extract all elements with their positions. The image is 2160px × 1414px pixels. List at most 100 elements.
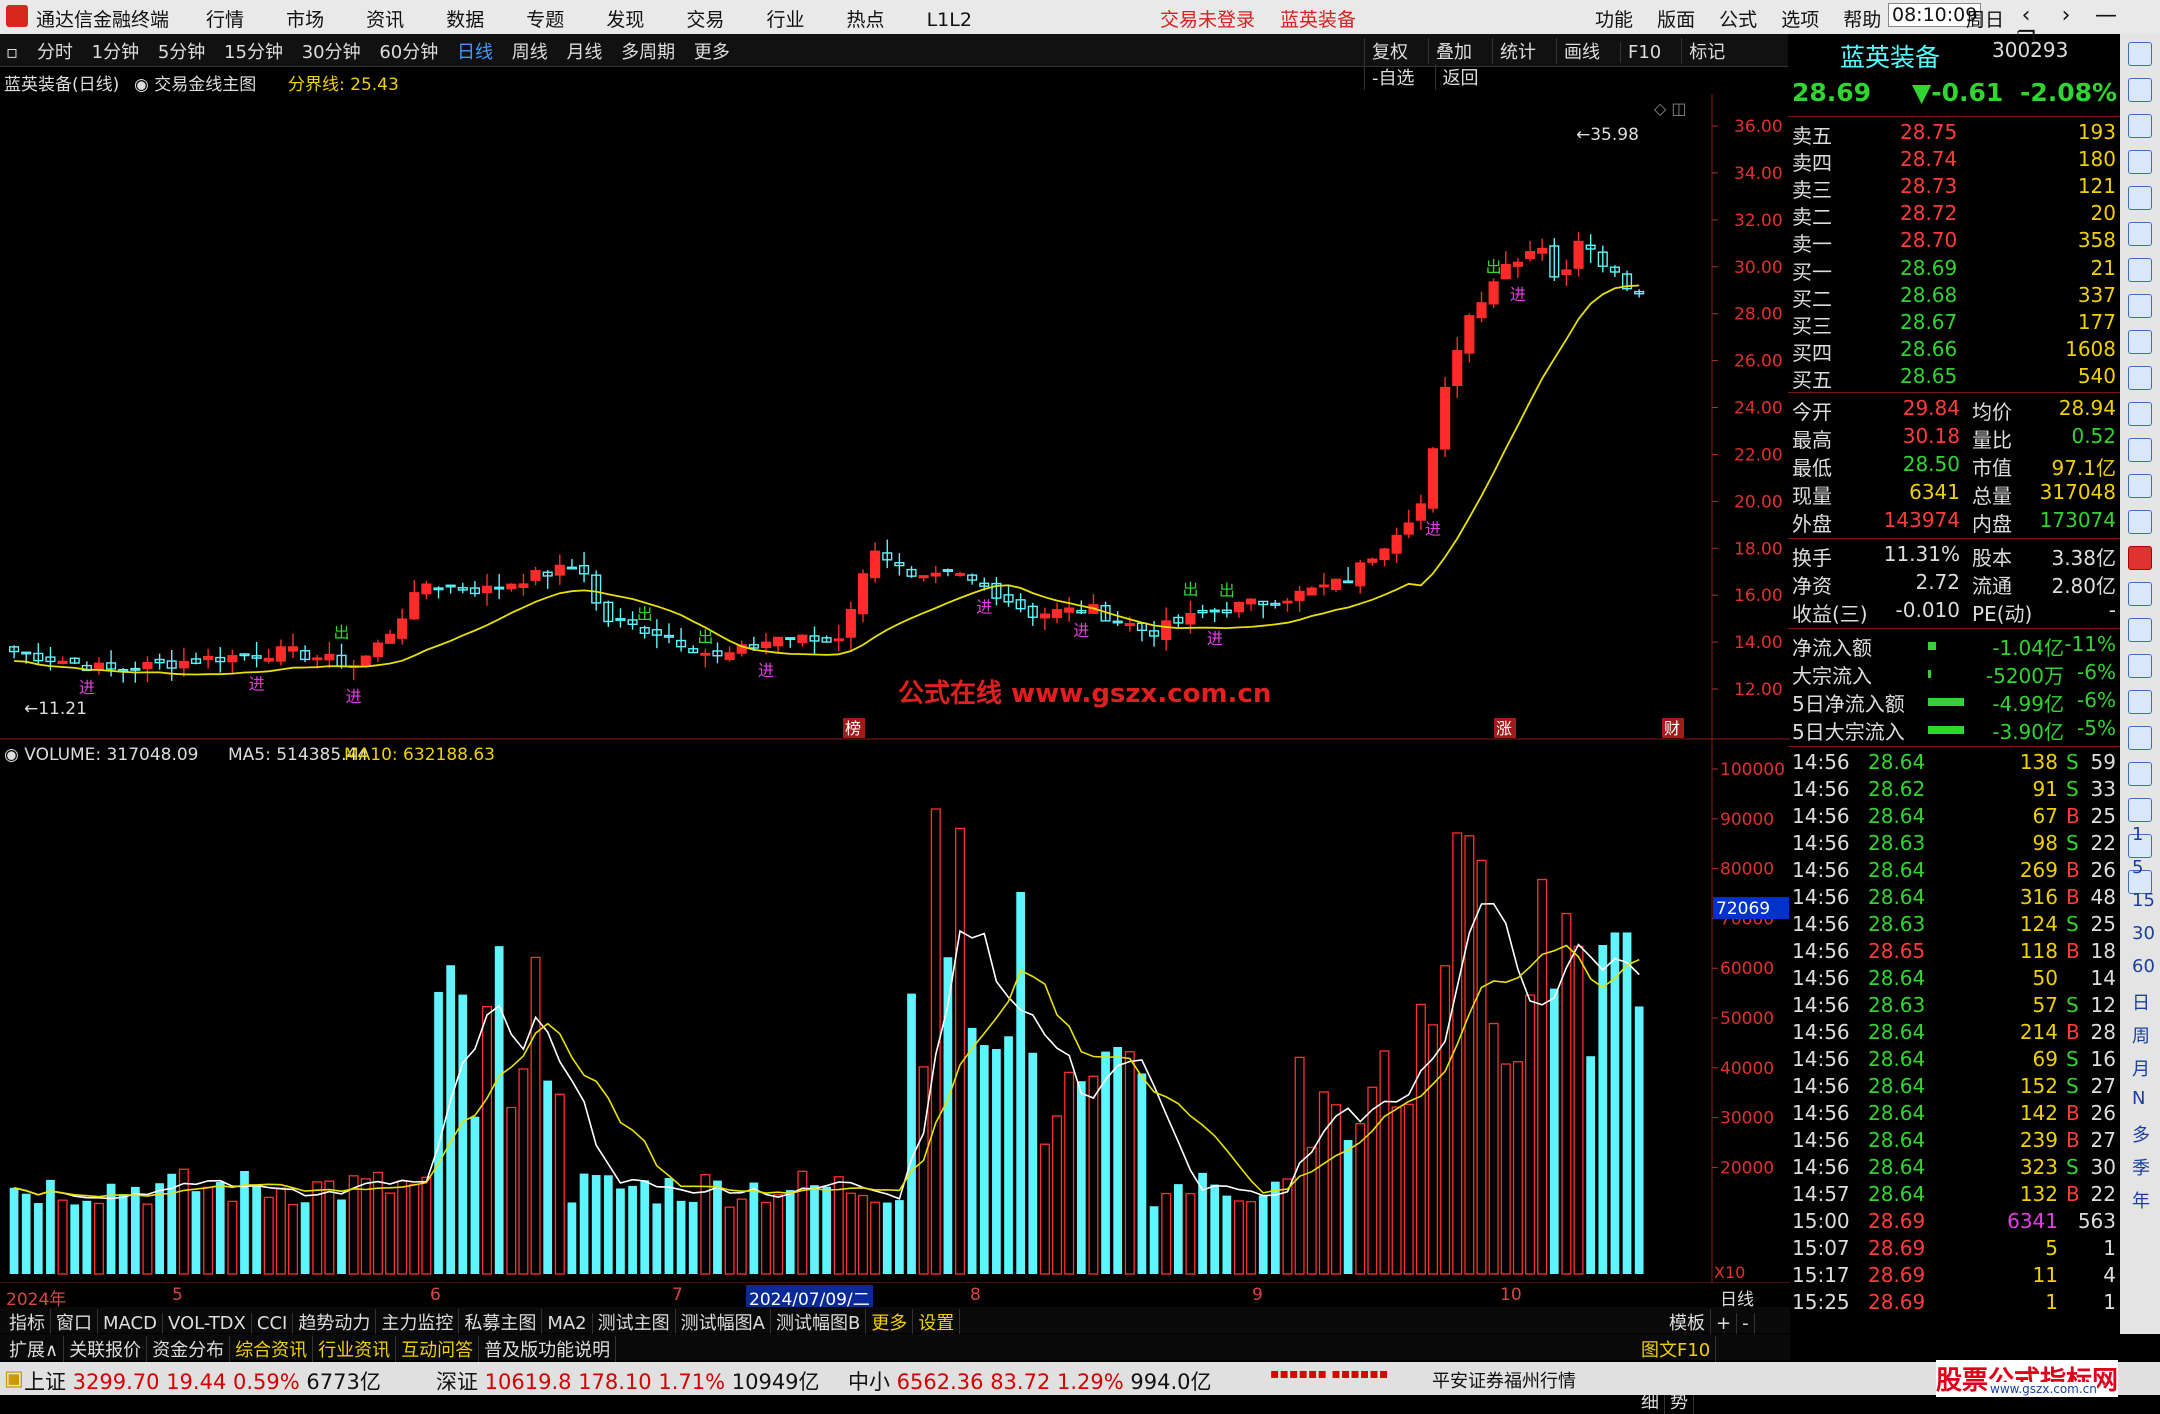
- menu-gongshi[interactable]: 公式: [1719, 9, 1757, 31]
- btn-f10[interactable]: F10: [1620, 42, 1668, 63]
- menu-faxian[interactable]: 发现: [606, 9, 644, 31]
- indicator-tab[interactable]: 设置: [913, 1309, 961, 1335]
- menu-l1l2[interactable]: L1L2: [927, 9, 972, 31]
- btn-biaoji[interactable]: 标记: [1681, 38, 1732, 64]
- sidebar-tool-icon[interactable]: [2128, 294, 2152, 318]
- period-fenshi[interactable]: 分时: [37, 38, 73, 64]
- sidebar-tool-icon[interactable]: [2128, 690, 2152, 714]
- period-weekly[interactable]: 周线: [512, 38, 548, 64]
- sidebar-tool-icon[interactable]: [2128, 510, 2152, 534]
- sidebar-period-label[interactable]: 5: [2132, 857, 2143, 878]
- index-quote[interactable]: 中小 6562.36 83.72 1.29% 994.0亿: [848, 1366, 1212, 1396]
- menu-shuju[interactable]: 数据: [446, 9, 484, 31]
- side-tab[interactable]: 图文F10: [1636, 1336, 1717, 1362]
- sidebar-tool-icon[interactable]: [2128, 222, 2152, 246]
- btn-huaxian[interactable]: 画线: [1556, 38, 1607, 64]
- menu-zixun[interactable]: 资讯: [366, 9, 404, 31]
- indicator-tab[interactable]: 窗口: [51, 1309, 98, 1335]
- sidebar-tool-icon[interactable]: [2128, 42, 2152, 66]
- indicator-tab[interactable]: MACD: [98, 1313, 163, 1334]
- extension-tab[interactable]: 扩展∧: [4, 1336, 65, 1362]
- sidebar-tool-icon[interactable]: [2128, 798, 2152, 822]
- indicator-tab[interactable]: VOL-TDX: [163, 1313, 252, 1334]
- back-arrow-icon[interactable]: ‹: [2006, 3, 2046, 28]
- indicator-tab[interactable]: 主力监控: [376, 1309, 460, 1335]
- sidebar-period-label[interactable]: 60: [2132, 956, 2155, 977]
- sidebar-tool-icon[interactable]: [2128, 402, 2152, 426]
- toolbar-toggle-icon[interactable]: ▫: [6, 42, 18, 63]
- period-more[interactable]: 更多: [694, 38, 730, 64]
- extension-tab[interactable]: 普及版功能说明: [479, 1336, 617, 1362]
- period-monthly[interactable]: 月线: [566, 38, 602, 64]
- btn-diejia[interactable]: 叠加: [1428, 38, 1479, 64]
- menu-hangqing[interactable]: 行情: [206, 9, 244, 31]
- extension-tab[interactable]: 互动问答: [396, 1336, 480, 1362]
- menu-redian[interactable]: 热点: [847, 9, 885, 31]
- index-quote[interactable]: 上证 3299.70 19.44 0.59% 6773亿: [24, 1366, 381, 1396]
- menu-bangzhu[interactable]: 帮助: [1843, 9, 1881, 31]
- sidebar-tool-icon[interactable]: [2128, 582, 2152, 606]
- sidebar-tool-icon[interactable]: [2128, 438, 2152, 462]
- sidebar-period-label[interactable]: 多: [2132, 1121, 2150, 1147]
- indicator-tab[interactable]: 测试幅图A: [676, 1309, 771, 1335]
- menu-jiaoyi[interactable]: 交易: [686, 9, 724, 31]
- template-button[interactable]: +: [1711, 1313, 1738, 1334]
- sidebar-tool-icon[interactable]: [2128, 618, 2152, 642]
- sidebar-period-label[interactable]: 周: [2132, 1022, 2150, 1048]
- period-60min[interactable]: 60分钟: [379, 38, 438, 64]
- indicator-tab[interactable]: CCI: [252, 1313, 294, 1334]
- extension-tab[interactable]: 关联报价: [64, 1336, 148, 1362]
- period-30min[interactable]: 30分钟: [302, 38, 361, 64]
- btn-fuquan[interactable]: 复权: [1364, 38, 1415, 64]
- menu-hangye[interactable]: 行业: [766, 9, 804, 31]
- sidebar-period-label[interactable]: 月: [2132, 1055, 2150, 1081]
- extension-tab[interactable]: 资金分布: [147, 1336, 231, 1362]
- indicator-tab[interactable]: 测试幅图B: [771, 1309, 867, 1335]
- sidebar-period-label[interactable]: 15: [2132, 890, 2155, 911]
- sidebar-tool-icon[interactable]: [2128, 474, 2152, 498]
- sidebar-tool-icon[interactable]: [2128, 546, 2152, 570]
- forward-arrow-icon[interactable]: ›: [2046, 3, 2086, 28]
- sidebar-period-label[interactable]: 季: [2132, 1154, 2150, 1180]
- menu-banmian[interactable]: 版面: [1657, 9, 1695, 31]
- indicator-tab[interactable]: 更多: [866, 1309, 914, 1335]
- menu-xuanxiang[interactable]: 选项: [1781, 9, 1819, 31]
- indicator-tab[interactable]: 私募主图: [459, 1309, 543, 1335]
- sidebar-tool-icon[interactable]: [2128, 654, 2152, 678]
- menu-zhuanti[interactable]: 专题: [526, 9, 564, 31]
- trade-status[interactable]: 交易未登录: [1160, 5, 1255, 32]
- sidebar-tool-icon[interactable]: [2128, 78, 2152, 102]
- indicator-tab[interactable]: 指标: [4, 1309, 51, 1335]
- menu-shichang[interactable]: 市场: [286, 9, 324, 31]
- sidebar-tool-icon[interactable]: [2128, 762, 2152, 786]
- sidebar-tool-icon[interactable]: [2128, 258, 2152, 282]
- extension-tab[interactable]: 行业资讯: [313, 1336, 397, 1362]
- sidebar-period-label[interactable]: 1: [2132, 824, 2143, 845]
- sidebar-tool-icon[interactable]: [2128, 726, 2152, 750]
- period-1min[interactable]: 1分钟: [92, 38, 139, 64]
- period-daily[interactable]: 日线: [457, 38, 493, 64]
- indicator-tab[interactable]: 趋势动力: [293, 1309, 377, 1335]
- minimize-icon[interactable]: —: [2086, 3, 2126, 28]
- sidebar-period-label[interactable]: 日: [2132, 989, 2150, 1015]
- sidebar-tool-icon[interactable]: [2128, 150, 2152, 174]
- sidebar-tool-icon[interactable]: [2128, 114, 2152, 138]
- sidebar-period-label[interactable]: 年: [2132, 1187, 2150, 1213]
- kline-chart[interactable]: 36.00 34.00 32.00 30.00 28.00 26.00 24.00 22.00…: [0, 94, 1790, 1283]
- menu-gongneng[interactable]: 功能: [1595, 9, 1633, 31]
- period-15min[interactable]: 15分钟: [224, 38, 283, 64]
- sidebar-tool-icon[interactable]: [2128, 330, 2152, 354]
- period-5min[interactable]: 5分钟: [158, 38, 205, 64]
- indicator-selector[interactable]: ◉ 交易金线主图: [134, 70, 256, 95]
- status-menu-icon[interactable]: ▣: [4, 1366, 24, 1390]
- extension-tab[interactable]: 综合资讯: [230, 1336, 314, 1362]
- period-multi[interactable]: 多周期: [621, 38, 675, 64]
- sidebar-tool-icon[interactable]: [2128, 186, 2152, 210]
- template-button[interactable]: 模板: [1664, 1309, 1711, 1335]
- indicator-tab[interactable]: 测试主图: [593, 1309, 676, 1335]
- sidebar-tool-icon[interactable]: [2128, 366, 2152, 390]
- sidebar-period-label[interactable]: N: [2132, 1088, 2145, 1109]
- btn-tongji[interactable]: 统计: [1492, 38, 1543, 64]
- index-quote[interactable]: 深证 10619.8 178.10 1.71% 10949亿: [436, 1366, 820, 1396]
- template-button[interactable]: -: [1737, 1313, 1755, 1334]
